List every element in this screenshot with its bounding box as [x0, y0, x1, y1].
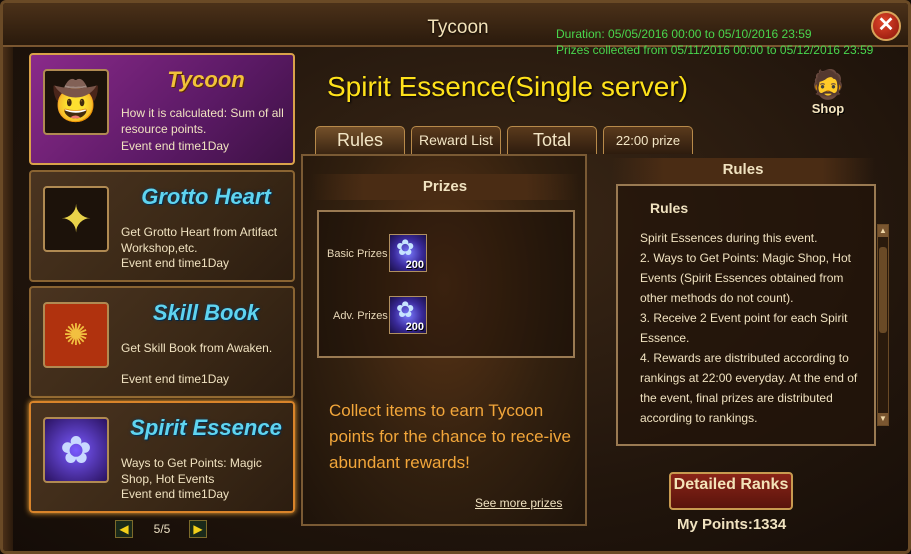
event-description: Get Skill Book from Awaken.: [121, 341, 273, 355]
my-points: My Points:1334: [677, 516, 787, 533]
event-end-time: Event end time1Day: [121, 139, 230, 153]
shop-label: Shop: [811, 101, 845, 116]
left-edge-decoration: [3, 47, 13, 551]
see-more-prizes-link[interactable]: See more prizes: [475, 496, 562, 510]
spirit-essence-icon: ✿: [396, 235, 415, 260]
event-duration: Duration: 05/05/2016 00:00 to 05/10/2016…: [556, 27, 812, 41]
event-end-time: Event end time1Day: [121, 372, 230, 386]
event-card-grotto-heart[interactable]: ✦ Grotto Heart Get Grotto Heart from Art…: [29, 170, 295, 282]
event-card-tycoon[interactable]: 🤠 Tycoon How it is calculated: Sum of al…: [29, 53, 295, 165]
close-icon[interactable]: ✕: [871, 11, 901, 41]
scroll-down-icon[interactable]: ▼: [878, 413, 888, 425]
rules-line: Spirit Essences during this event.: [640, 231, 818, 245]
tab-2200-prize[interactable]: 22:00 prize: [603, 126, 693, 154]
prize-collection-period: Prizes collected from 05/11/2016 00:00 t…: [556, 43, 874, 57]
page-title: Spirit Essence(Single server): [327, 71, 689, 102]
next-page-button[interactable]: ▶: [189, 520, 207, 538]
prize-quantity: 200: [405, 321, 424, 333]
basic-prize-item[interactable]: ✿ 200: [389, 234, 427, 272]
event-end-time: Event end time1Day: [121, 487, 230, 501]
event-card-skill-book[interactable]: ✺ Skill Book Get Skill Book from Awaken.…: [29, 286, 295, 398]
event-pager: ◀ 5/5 ▶: [115, 520, 209, 538]
event-description: Ways to Get Points: Magic Shop, Hot Even…: [121, 456, 262, 486]
collect-info-text: Collect items to earn Tycoon points for …: [329, 401, 571, 472]
crystal-icon: ✦: [43, 186, 109, 252]
prizes-panel: Prizes Basic Prizes ✿ 200 Adv. Prizes ✿ …: [301, 154, 587, 526]
event-name: Grotto Heart: [141, 184, 271, 209]
scroll-thumb[interactable]: [879, 247, 887, 333]
rules-scrollbar[interactable]: ▲ ▼: [877, 224, 889, 426]
spirit-essence-icon: ✿: [43, 417, 109, 483]
event-description: Get Grotto Heart from Artifact Workshop,…: [121, 225, 278, 255]
detailed-ranks-button[interactable]: Detailed Ranks: [669, 472, 793, 510]
shop-button[interactable]: 🧔 Shop: [803, 69, 853, 123]
window-title: Tycoon: [427, 17, 489, 38]
event-card-spirit-essence[interactable]: ✿ Spirit Essence Ways to Get Points: Mag…: [29, 401, 295, 513]
tycoon-window: Tycoon Duration: 05/05/2016 00:00 to 05/…: [0, 0, 911, 554]
rules-box: Rules Spirit Essences during this event.…: [616, 184, 876, 446]
title-bar: Tycoon Duration: 05/05/2016 00:00 to 05/…: [3, 3, 908, 57]
shop-icon: 🧔: [810, 69, 846, 100]
scroll-up-icon[interactable]: ▲: [878, 225, 888, 237]
adv-prizes-label: Adv. Prizes: [333, 310, 388, 322]
event-end-time: Event end time1Day: [121, 256, 230, 270]
event-name: Skill Book: [152, 300, 260, 325]
rules-header: Rules: [611, 158, 875, 184]
prize-quantity: 200: [405, 259, 424, 271]
adv-prize-item[interactable]: ✿ 200: [389, 296, 427, 334]
rules-subtitle: Rules: [650, 200, 689, 216]
page-indicator: 5/5: [153, 522, 171, 536]
event-name: Tycoon: [167, 67, 245, 92]
prize-box: Basic Prizes ✿ 200 Adv. Prizes ✿ 200: [317, 210, 575, 358]
rules-line: 3. Receive 2 Event point for each Spirit…: [640, 311, 848, 345]
tab-total[interactable]: Total: [507, 126, 597, 154]
basic-prizes-label: Basic Prizes: [327, 248, 388, 260]
rules-line: 4. Rewards are distributed according to …: [640, 351, 858, 425]
tab-reward-list[interactable]: Reward List: [411, 126, 501, 154]
rules-text: Spirit Essences during this event. 2. Wa…: [640, 228, 866, 428]
event-name: Spirit Essence: [130, 415, 282, 440]
tab-rules[interactable]: Rules: [315, 126, 405, 154]
book-icon: ✺: [43, 302, 109, 368]
rules-panel: Rules Rules Spirit Essences during this …: [591, 154, 891, 458]
rules-line: 2. Ways to Get Points: Magic Shop, Hot E…: [640, 251, 851, 305]
tycoon-portrait-icon: 🤠: [43, 69, 109, 135]
event-description: How it is calculated: Sum of all resourc…: [121, 106, 284, 136]
prizes-header: Prizes: [311, 174, 579, 200]
prev-page-button[interactable]: ◀: [115, 520, 133, 538]
spirit-essence-icon: ✿: [396, 297, 415, 322]
